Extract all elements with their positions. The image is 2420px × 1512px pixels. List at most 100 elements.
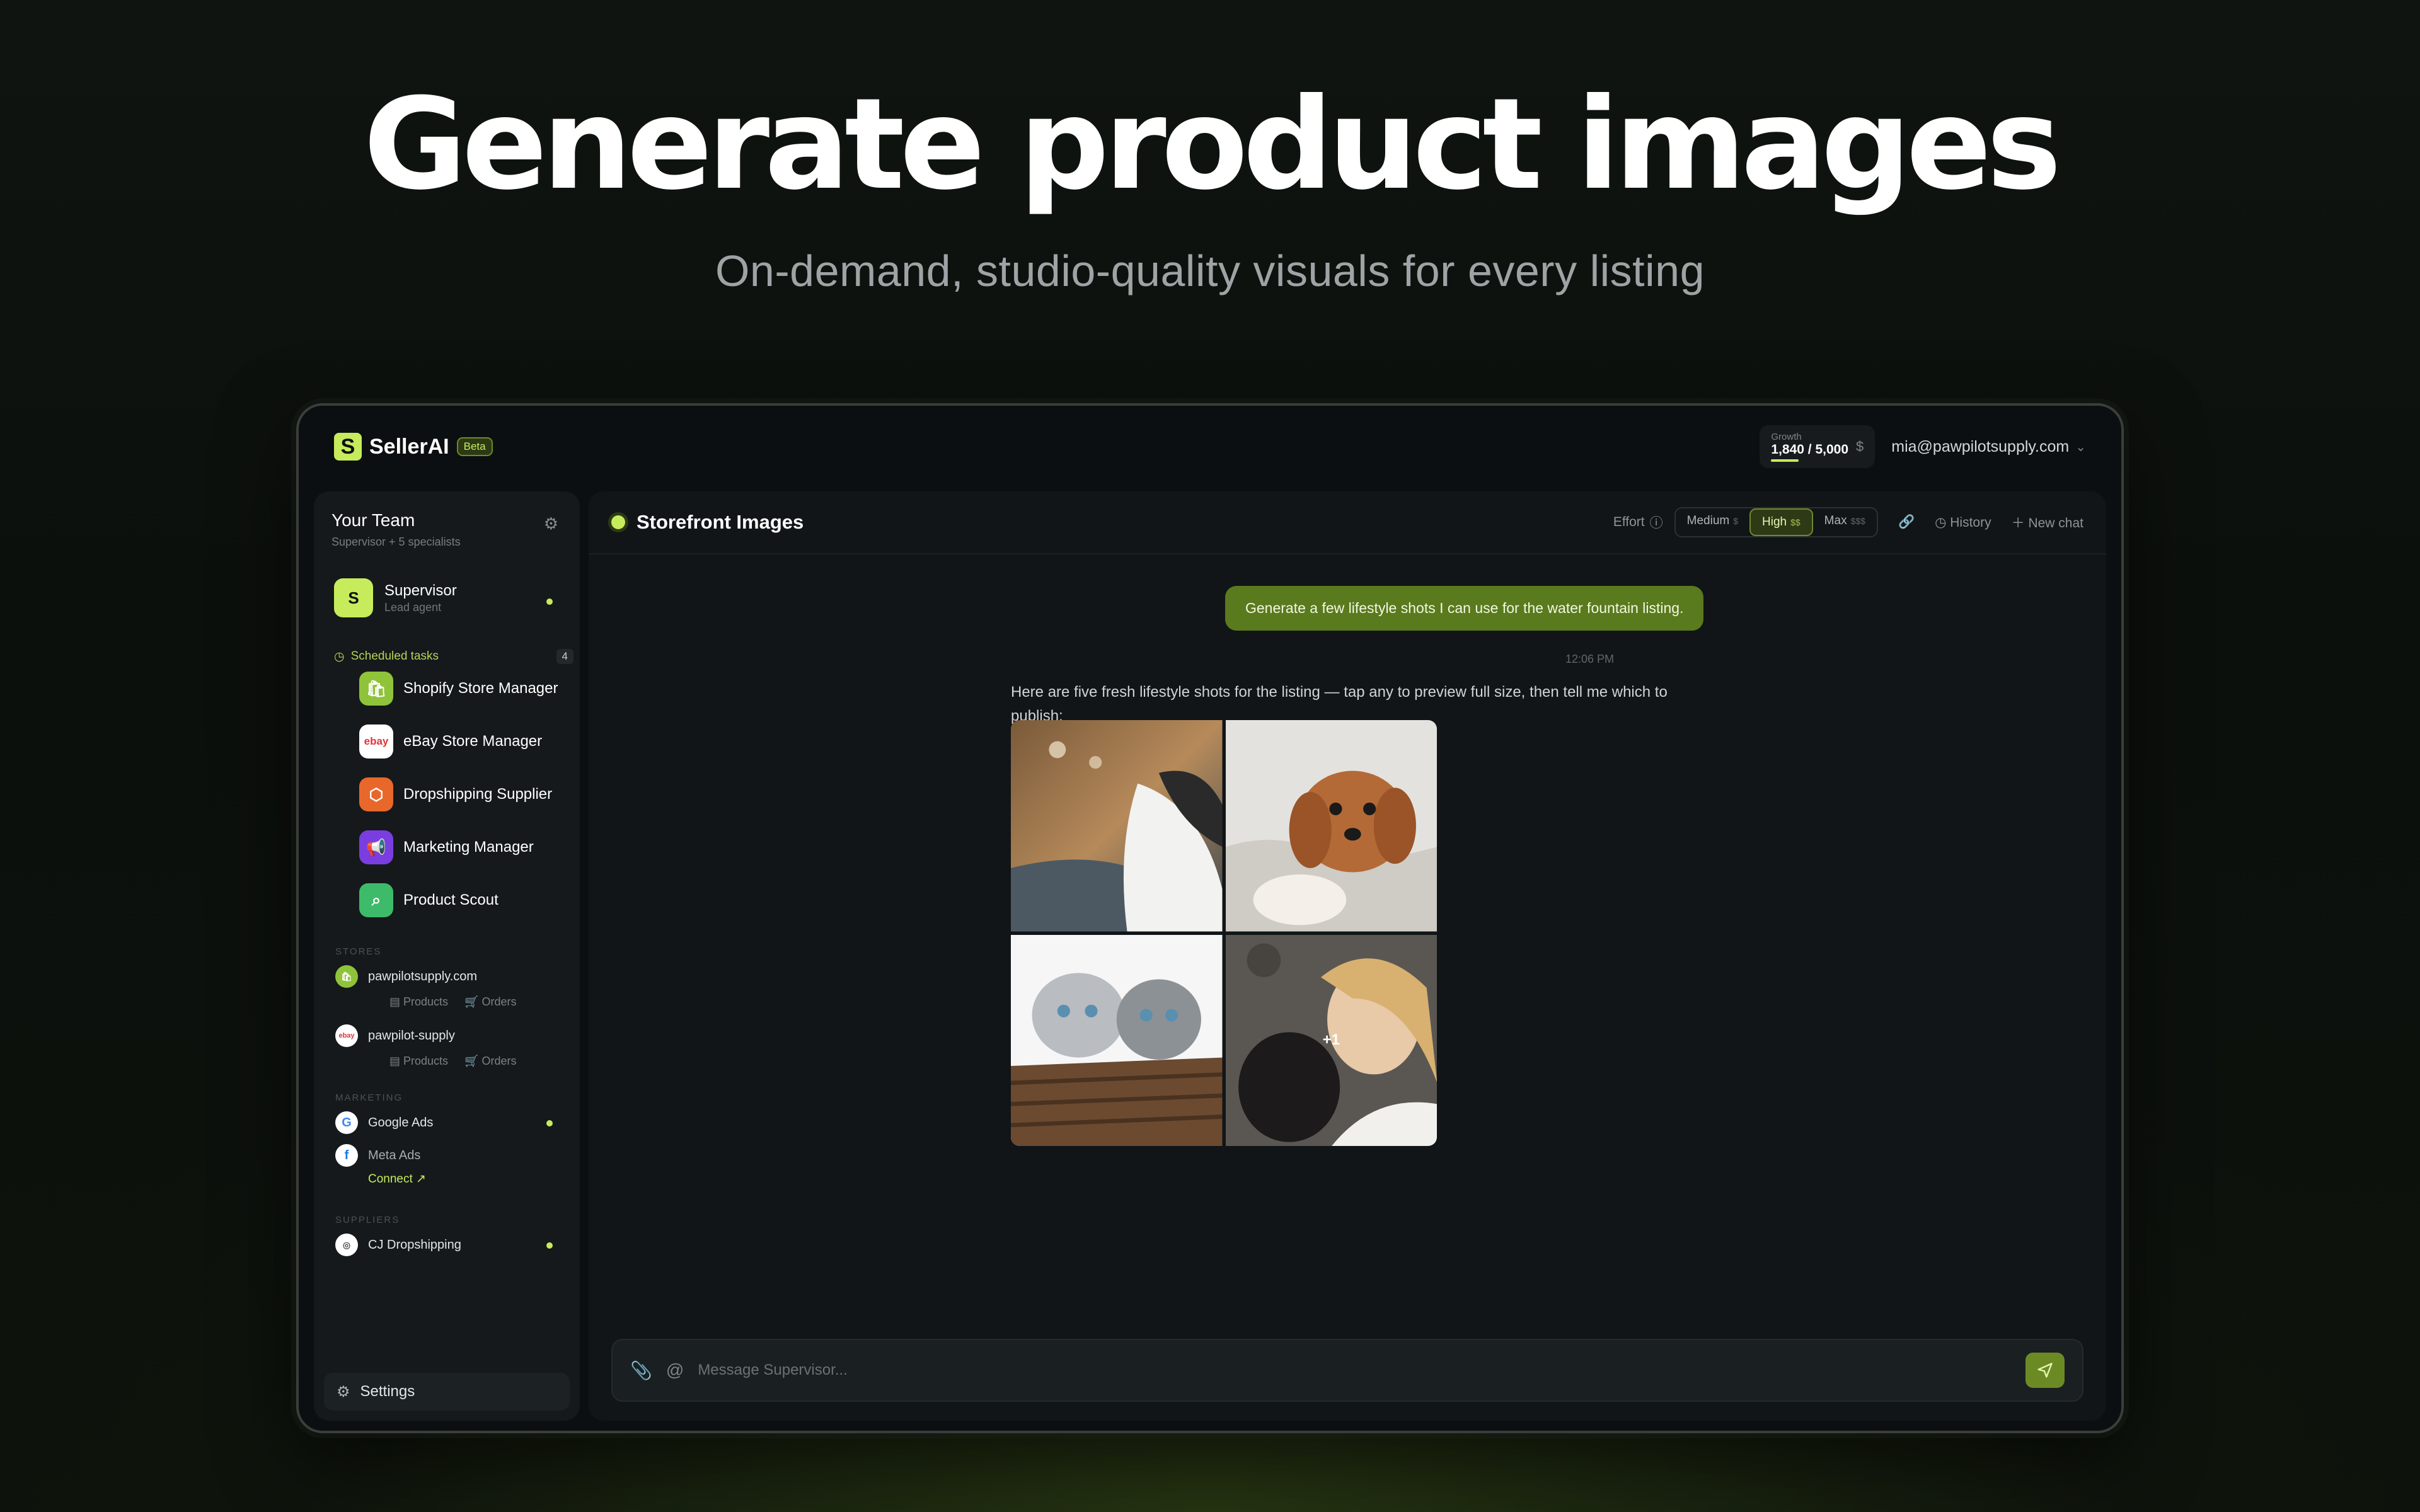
message-timestamp: 12:06 PM (1565, 653, 1615, 665)
image-gallery: +1 (1011, 720, 1437, 1146)
new-chat-label: New chat (2028, 516, 2083, 530)
agent-name: Marketing Manager (403, 839, 534, 856)
new-chat-button[interactable]: ＋ New chat (2012, 513, 2083, 532)
credits-progress (1771, 459, 1799, 462)
effort-option-medium[interactable]: Medium $ (1676, 508, 1749, 536)
store-item-pawpilotsupply[interactable]: 🛍 pawpilotsupply.com (335, 965, 477, 988)
history-button[interactable]: ◷ History (1935, 515, 1991, 530)
gallery-image-3[interactable] (1011, 934, 1223, 1146)
products-label: Products (403, 995, 449, 1008)
plan-label: Growth (1771, 432, 1802, 442)
ebay-store-icon: ebay (335, 1024, 358, 1047)
dollar-icon: $ (1856, 438, 1864, 454)
effort-max-label: Max (1824, 514, 1847, 527)
chat-header: Storefront Images Effort ⓘ Medium $ High $… (589, 491, 2106, 554)
info-icon[interactable]: ⓘ (1650, 513, 1663, 532)
chat-title: Storefront Images (637, 511, 804, 533)
effort-option-high[interactable]: High $$ (1749, 508, 1813, 536)
google-icon: G (335, 1111, 358, 1134)
account-menu[interactable]: mia@pawpilotsupply.com ⌄ (1891, 438, 2086, 456)
effort-label: Effort (1613, 515, 1645, 529)
orders-label: Orders (481, 1055, 517, 1067)
store-products-link[interactable]: ▤ Products (389, 995, 448, 1009)
link-icon[interactable]: 🔗 (1898, 515, 1915, 530)
marketing-section-label: MARKETING (335, 1092, 403, 1103)
sidebar-item-shopify-store-manager[interactable]: 🛍 Shopify Store Manager (359, 672, 558, 706)
effort-max-cost: $$$ (1850, 516, 1865, 526)
mention-icon[interactable]: @ (666, 1360, 684, 1380)
hero-title: Generate product images (363, 71, 2062, 218)
store-products-link[interactable]: ▤ Products (389, 1055, 448, 1068)
effort-medium-cost: $ (1733, 516, 1739, 526)
effort-selector: Medium $ High $$ Max $$$ (1674, 507, 1878, 537)
marketing-item-google-ads[interactable]: G Google Ads (335, 1111, 433, 1134)
ebay-icon: ebay (359, 724, 393, 759)
beta-badge: Beta (456, 437, 493, 456)
agent-name: Product Scout (403, 891, 498, 908)
store-name: pawpilot-supply (368, 1028, 455, 1043)
gear-icon: ⚙ (337, 1383, 350, 1400)
shopify-store-icon: 🛍 (335, 965, 358, 988)
sidebar-item-ebay-store-manager[interactable]: ebay eBay Store Manager (359, 724, 542, 759)
store-item-pawpilot-supply[interactable]: ebay pawpilot-supply (335, 1024, 455, 1047)
team-title: Your Team (331, 510, 415, 530)
message-input[interactable] (698, 1361, 2025, 1379)
clock-icon: ◷ (334, 650, 345, 663)
scheduled-tasks[interactable]: ◷ Scheduled tasks 4 (334, 649, 573, 664)
sidebar-item-product-scout[interactable]: ⌕ Product Scout (359, 883, 498, 917)
suppliers-section-label: SUPPLIERS (335, 1215, 400, 1225)
supervisor-name: Supervisor (384, 581, 457, 599)
supplier-name: CJ Dropshipping (368, 1237, 461, 1252)
app-window: S SellerAI Beta Growth 1,840 / 5,000 $ m… (296, 403, 2124, 1433)
box-icon: ⬡ (359, 777, 393, 811)
effort-high-label: High (1762, 515, 1787, 529)
effort-high-cost: $$ (1790, 517, 1801, 527)
cat-drinking-image (1011, 720, 1223, 932)
team-settings-gear-icon[interactable]: ⚙ (544, 514, 558, 534)
agent-name: Shopify Store Manager (403, 680, 558, 697)
sidebar: Your Team Supervisor + 5 specialists ⚙ S… (314, 491, 580, 1421)
cj-icon: ◎ (335, 1234, 358, 1256)
supervisor-logo-icon: S (334, 578, 373, 617)
sidebar-item-supervisor[interactable]: S Supervisor Lead agent (334, 578, 457, 617)
effort-option-max[interactable]: Max $$$ (1813, 508, 1877, 536)
marketing-item-meta-ads[interactable]: f Meta Ads (335, 1144, 420, 1167)
credits-usage: 1,840 / 5,000 (1771, 442, 1848, 457)
gallery-image-2[interactable] (1225, 720, 1437, 932)
history-label: History (1950, 515, 1991, 530)
send-button[interactable] (2025, 1353, 2065, 1388)
connect-label: Connect (368, 1172, 413, 1186)
kittens-basket-image (1011, 934, 1223, 1146)
chat-status-dot (611, 515, 625, 529)
credits-meter[interactable]: Growth 1,840 / 5,000 $ (1760, 425, 1876, 468)
settings-button[interactable]: ⚙ Settings (324, 1373, 570, 1411)
google-ads-connected-dot (546, 1120, 553, 1126)
account-email: mia@pawpilotsupply.com (1891, 437, 2070, 455)
logo-icon[interactable]: S (334, 433, 362, 461)
shopify-icon: 🛍 (359, 672, 393, 706)
store-orders-link[interactable]: 🛒 Orders (464, 1055, 516, 1068)
puppy-image (1225, 720, 1437, 932)
meta-ads-connect-link[interactable]: Connect ↗ (368, 1172, 426, 1186)
scheduled-label: Scheduled tasks (350, 650, 439, 663)
chevron-down-icon: ⌄ (2075, 440, 2086, 454)
sidebar-item-marketing-manager[interactable]: 📢 Marketing Manager (359, 830, 534, 864)
sidebar-item-dropshipping-supplier[interactable]: ⬡ Dropshipping Supplier (359, 777, 552, 811)
agent-name: Dropshipping Supplier (403, 786, 553, 803)
more-images-overlay[interactable]: +1 (1226, 935, 1438, 1147)
marketing-name: Google Ads (368, 1115, 434, 1130)
supervisor-role: Lead agent (384, 600, 442, 614)
hero-subtitle: On-demand, studio-quality visuals for ev… (715, 246, 1705, 295)
paperclip-icon[interactable]: 📎 (630, 1360, 652, 1381)
supplier-item-cj-dropshipping[interactable]: ◎ CJ Dropshipping (335, 1234, 461, 1256)
gallery-image-1[interactable] (1011, 720, 1223, 932)
store-orders-link[interactable]: 🛒 Orders (464, 995, 516, 1009)
effort-medium-label: Medium (1686, 514, 1730, 527)
megaphone-icon: 📢 (359, 830, 393, 864)
send-icon (2037, 1363, 2053, 1378)
brand-name: SellerAI (369, 434, 449, 459)
marketing-name: Meta Ads (368, 1148, 421, 1162)
gallery-image-4[interactable]: +1 (1225, 934, 1438, 1147)
settings-label: Settings (360, 1383, 415, 1400)
team-subtitle: Supervisor + 5 specialists (331, 536, 461, 548)
